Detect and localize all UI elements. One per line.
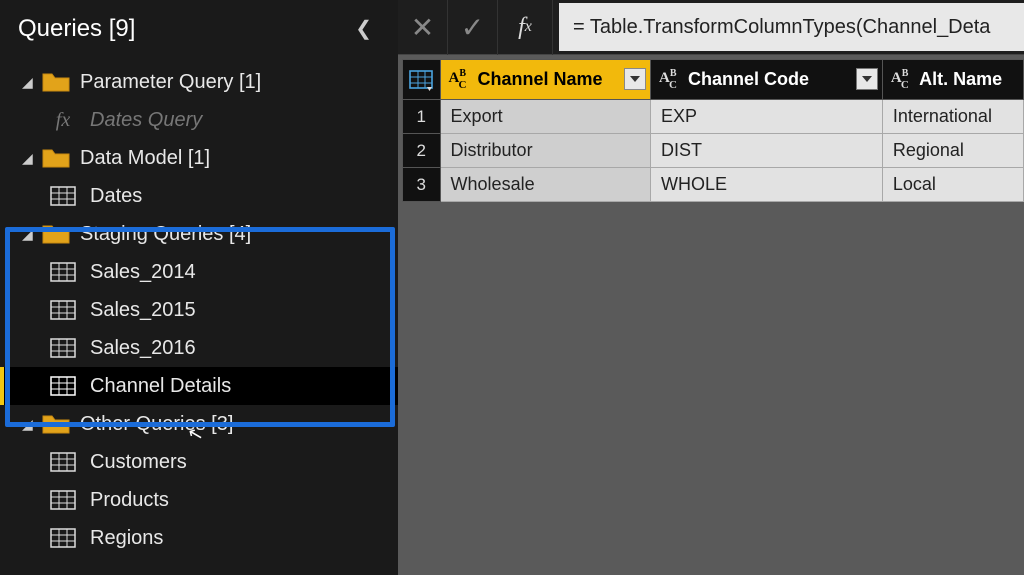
item-label: Dates Query: [90, 109, 398, 132]
folder-icon: [42, 224, 70, 244]
table-row[interactable]: 1 Export EXP International: [403, 100, 1024, 134]
cell[interactable]: International: [882, 100, 1023, 134]
cell[interactable]: DIST: [651, 134, 883, 168]
column-filter-button[interactable]: [624, 68, 646, 90]
table-icon: [50, 452, 76, 472]
table-icon: [50, 338, 76, 358]
column-filter-button[interactable]: [856, 68, 878, 90]
item-label: Products: [90, 489, 398, 512]
cell[interactable]: WHOLE: [651, 168, 883, 202]
item-customers[interactable]: Customers: [0, 443, 398, 481]
type-abc-icon: ABC: [891, 71, 909, 88]
item-label: Customers: [90, 451, 398, 474]
fx-icon: fx: [50, 109, 76, 132]
item-sales-2016[interactable]: Sales_2016: [0, 329, 398, 367]
item-label: Channel Details: [90, 375, 398, 398]
item-channel-details[interactable]: Channel Details: [0, 367, 398, 405]
item-dates[interactable]: Dates: [0, 177, 398, 215]
cell[interactable]: Regional: [882, 134, 1023, 168]
expand-icon: ◢: [22, 416, 34, 433]
column-header-alt-name[interactable]: ABC Alt. Name: [882, 60, 1023, 100]
group-label: Other Queries [3]: [80, 413, 398, 436]
group-label: Data Model [1]: [80, 147, 398, 170]
table-icon: [50, 376, 76, 396]
cell[interactable]: Local: [882, 168, 1023, 202]
item-regions[interactable]: Regions: [0, 519, 398, 557]
item-label: Sales_2015: [90, 299, 398, 322]
formula-bar: ✕ ✓ fx = Table.TransformColumnTypes(Chan…: [398, 0, 1024, 55]
item-label: Regions: [90, 527, 398, 550]
type-abc-icon: ABC: [659, 71, 677, 88]
group-label: Staging Queries [4]: [80, 223, 398, 246]
item-dates-query[interactable]: fx Dates Query: [0, 101, 398, 139]
table-icon: [50, 300, 76, 320]
column-header-channel-code[interactable]: ABC Channel Code: [651, 60, 883, 100]
group-label: Parameter Query [1]: [80, 71, 398, 94]
table-icon: [50, 186, 76, 206]
commit-formula-button[interactable]: ✓: [448, 0, 498, 55]
item-sales-2015[interactable]: Sales_2015: [0, 291, 398, 329]
table-icon: [50, 262, 76, 282]
item-sales-2014[interactable]: Sales_2014: [0, 253, 398, 291]
table-icon: [50, 490, 76, 510]
cancel-formula-button[interactable]: ✕: [398, 0, 448, 55]
collapse-sidebar-button[interactable]: ❮: [347, 12, 380, 45]
cell[interactable]: EXP: [651, 100, 883, 134]
column-header-label: Alt. Name: [919, 69, 1002, 89]
group-parameter-query[interactable]: ◢ Parameter Query [1]: [0, 63, 398, 101]
group-other-queries[interactable]: ◢ Other Queries [3]: [0, 405, 398, 443]
table-row[interactable]: 2 Distributor DIST Regional: [403, 134, 1024, 168]
formula-input[interactable]: = Table.TransformColumnTypes(Channel_Det…: [559, 3, 1024, 51]
main-pane: ✕ ✓ fx = Table.TransformColumnTypes(Chan…: [398, 0, 1024, 575]
row-number: 3: [403, 168, 441, 202]
fx-icon[interactable]: fx: [498, 0, 553, 55]
item-products[interactable]: Products: [0, 481, 398, 519]
row-number: 2: [403, 134, 441, 168]
cell[interactable]: Wholesale: [440, 168, 650, 202]
table-corner-button[interactable]: [403, 60, 441, 100]
folder-icon: [42, 414, 70, 434]
group-staging-queries[interactable]: ◢ Staging Queries [4]: [0, 215, 398, 253]
group-data-model[interactable]: ◢ Data Model [1]: [0, 139, 398, 177]
row-number: 1: [403, 100, 441, 134]
item-label: Dates: [90, 185, 398, 208]
item-label: Sales_2016: [90, 337, 398, 360]
sidebar-header: Queries [9] ❮: [0, 0, 398, 63]
table-icon: [50, 528, 76, 548]
expand-icon: ◢: [22, 226, 34, 243]
folder-icon: [42, 148, 70, 168]
queries-tree: ◢ Parameter Query [1] fx Dates Query ◢ D…: [0, 63, 398, 557]
cell[interactable]: Distributor: [440, 134, 650, 168]
column-header-channel-name[interactable]: ABC Channel Name: [440, 60, 650, 100]
expand-icon: ◢: [22, 150, 34, 167]
column-header-label: Channel Code: [688, 69, 809, 89]
item-label: Sales_2014: [90, 261, 398, 284]
queries-sidebar: Queries [9] ❮ ◢ Parameter Query [1] fx D…: [0, 0, 398, 575]
type-abc-icon: ABC: [449, 71, 467, 88]
table-row[interactable]: 3 Wholesale WHOLE Local: [403, 168, 1024, 202]
data-grid: ABC Channel Name ABC Channel Code ABC Al…: [398, 55, 1024, 202]
expand-icon: ◢: [22, 74, 34, 91]
cell[interactable]: Export: [440, 100, 650, 134]
folder-icon: [42, 72, 70, 92]
column-header-label: Channel Name: [478, 69, 603, 89]
sidebar-title: Queries [9]: [18, 15, 135, 43]
